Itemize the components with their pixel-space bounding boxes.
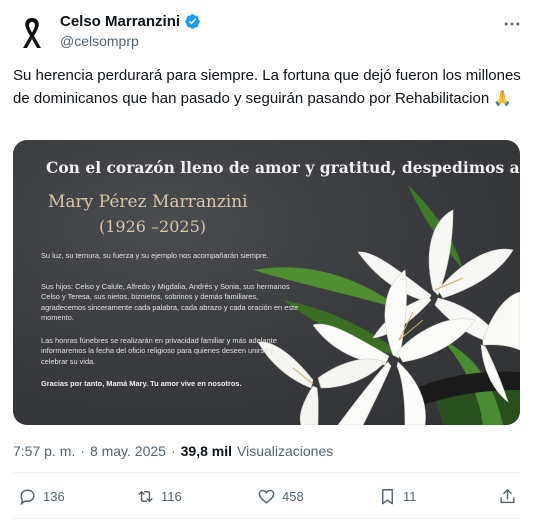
card-intro: Con el corazón lleno de amor y gratitud,…: [46, 158, 520, 177]
share-icon: [500, 489, 515, 504]
divider: [13, 472, 520, 473]
meta-separator: ·: [170, 443, 176, 459]
reply-icon: [20, 489, 35, 506]
verified-badge-icon: [185, 14, 200, 29]
reply-button[interactable]: 136: [18, 487, 65, 506]
repost-button[interactable]: 116: [136, 487, 182, 506]
repost-icon: [138, 491, 153, 502]
author-display-name[interactable]: Celso Marranzini: [60, 13, 180, 30]
card-paragraph-3: Las honras fúnebres se realizarán en pri…: [41, 336, 277, 366]
black-mourning-ribbon-icon: [23, 18, 41, 48]
tweet-meta: 7:57 p. m. · 8 may. 2025 · 39,8 mil Visu…: [13, 443, 333, 459]
tweet-text: Su herencia perdurará para siempre. La f…: [13, 67, 525, 107]
card-deceased-name: Mary Pérez Marranzini: [48, 192, 248, 212]
author-handle[interactable]: @celsomprp: [60, 33, 139, 49]
share-button[interactable]: [498, 487, 517, 506]
card-years: (1926 –2025): [99, 217, 207, 236]
more-options-icon[interactable]: [502, 14, 522, 34]
divider: [13, 518, 520, 519]
heart-icon: [258, 489, 275, 504]
card-paragraph-1: Su luz, su ternura, su fuerza y su ejemp…: [41, 251, 269, 260]
card-closing: Gracias por tanto, Mamá Mary. Tu amor vi…: [41, 379, 242, 388]
repost-count: 116: [161, 489, 182, 504]
tweet-image[interactable]: Con el corazón lleno de amor y gratitud,…: [13, 140, 520, 425]
like-button[interactable]: 458: [257, 487, 304, 506]
bookmark-button[interactable]: 11: [378, 487, 417, 506]
bookmark-count: 11: [403, 489, 417, 504]
tweet-date[interactable]: 8 may. 2025: [90, 443, 166, 459]
author-name-row[interactable]: Celso Marranzini: [60, 13, 201, 30]
views-label: Visualizaciones: [237, 443, 334, 459]
avatar[interactable]: [12, 12, 52, 52]
reply-count: 136: [43, 489, 65, 504]
views-count: 39,8 mil: [180, 443, 232, 459]
card-paragraph-2: Sus hijos: Celso y Calule, Alfredo y Mig…: [41, 282, 299, 322]
like-count: 458: [282, 489, 304, 504]
tweet-time[interactable]: 7:57 p. m.: [13, 443, 75, 459]
tweet-actions: 136 116 458 11: [0, 480, 540, 514]
meta-separator: ·: [80, 443, 85, 459]
bookmark-icon: [382, 489, 393, 505]
